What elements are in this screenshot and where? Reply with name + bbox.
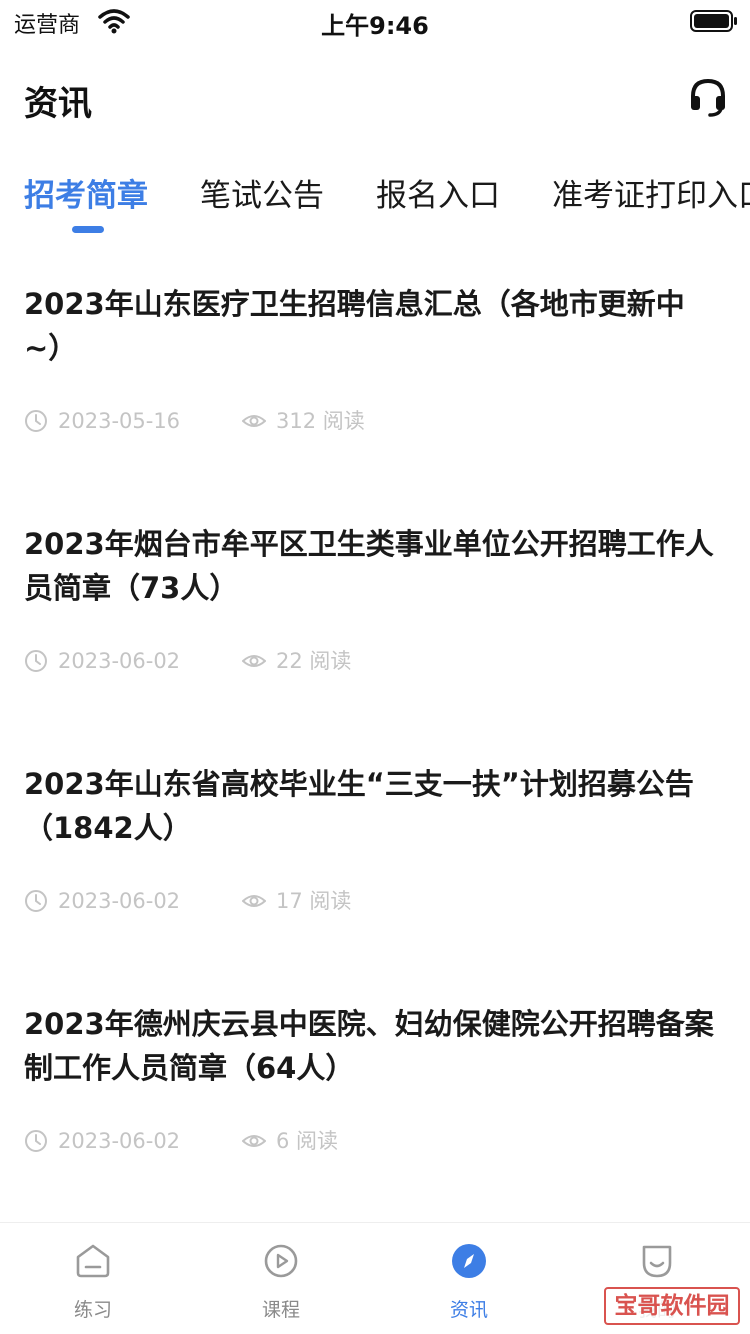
practice-icon [76,1244,110,1278]
article-views-text: 6 阅读 [276,1129,339,1153]
clock-icon [25,650,47,672]
article-views-text: 17 阅读 [276,889,352,913]
status-time: 上午9:46 [321,12,429,40]
tabbar-label: 课程 [261,1299,300,1321]
clock-icon [25,410,47,432]
tabbar-item-course[interactable]: 课程 [221,1223,341,1334]
profile-icon [642,1245,672,1278]
battery-icon [690,10,737,32]
play-icon [264,1244,298,1278]
article-date-text: 2023-05-16 [58,409,181,433]
clock-icon [25,890,47,912]
article-date-text: 2023-06-02 [58,649,181,673]
tabbar-item-news[interactable]: 资讯 [409,1223,529,1334]
article-meta: 2023-06-02 6 阅读 [24,1126,524,1156]
headset-icon[interactable] [688,76,728,118]
compass-icon [452,1244,486,1278]
eye-icon [242,415,266,427]
clock-icon [25,1130,47,1152]
article-title[interactable]: 2023年德州庆云县中医院、妇幼保健院公开招聘备案制工作人员简章（64人） [24,1002,714,1090]
article-meta: 2023-06-02 17 阅读 [24,886,524,916]
watermark-logo: 宝哥软件园 [604,1287,740,1325]
article-title[interactable]: 2023年烟台市牟平区卫生类事业单位公开招聘工作人员简章（73人） [24,522,714,610]
eye-icon [242,655,266,667]
status-bar: 运营商 上午9:46 [0,0,750,44]
tab-recruitment-guide[interactable]: 招考简章 [24,170,148,215]
article-views-text: 22 阅读 [276,649,352,673]
tabbar-label: 练习 [73,1299,112,1321]
eye-icon [242,895,266,907]
tabbar-label: 资讯 [449,1299,488,1321]
article-title[interactable]: 2023年山东省高校毕业生“三支一扶”计划招募公告（1842人） [24,762,714,850]
tabbar-item-practice[interactable]: 练习 [33,1223,153,1334]
article-title[interactable]: 2023年山东医疗卫生招聘信息汇总（各地市更新中~） [24,282,714,370]
article-views-text: 312 阅读 [276,409,365,433]
active-tab-indicator [72,226,104,233]
article-meta: 2023-05-16 312 阅读 [24,406,524,436]
article-item[interactable]: 2023年德州庆云县中医院、妇幼保健院公开招聘备案制工作人员简章（64人） 20… [24,1002,714,1153]
article-meta: 2023-06-02 22 阅读 [24,646,524,676]
article-item[interactable]: 2023年山东省高校毕业生“三支一扶”计划招募公告（1842人） 2023-06… [24,762,714,913]
article-date-text: 2023-06-02 [58,1129,181,1153]
tab-admission-ticket[interactable]: 准考证打印入口 [552,170,750,215]
page-title: 资讯 [24,84,92,124]
article-item[interactable]: 2023年烟台市牟平区卫生类事业单位公开招聘工作人员简章（73人） 2023-0… [24,522,714,673]
article-item[interactable]: 2023年山东医疗卫生招聘信息汇总（各地市更新中~） 2023-05-16 31… [24,282,714,433]
tab-registration-entry[interactable]: 报名入口 [376,170,500,215]
tab-written-exam-notice[interactable]: 笔试公告 [200,170,324,215]
article-date-text: 2023-06-02 [58,889,181,913]
eye-icon [242,1135,266,1147]
category-tabs: 招考简章 笔试公告 报名入口 准考证打印入口 [0,170,750,240]
